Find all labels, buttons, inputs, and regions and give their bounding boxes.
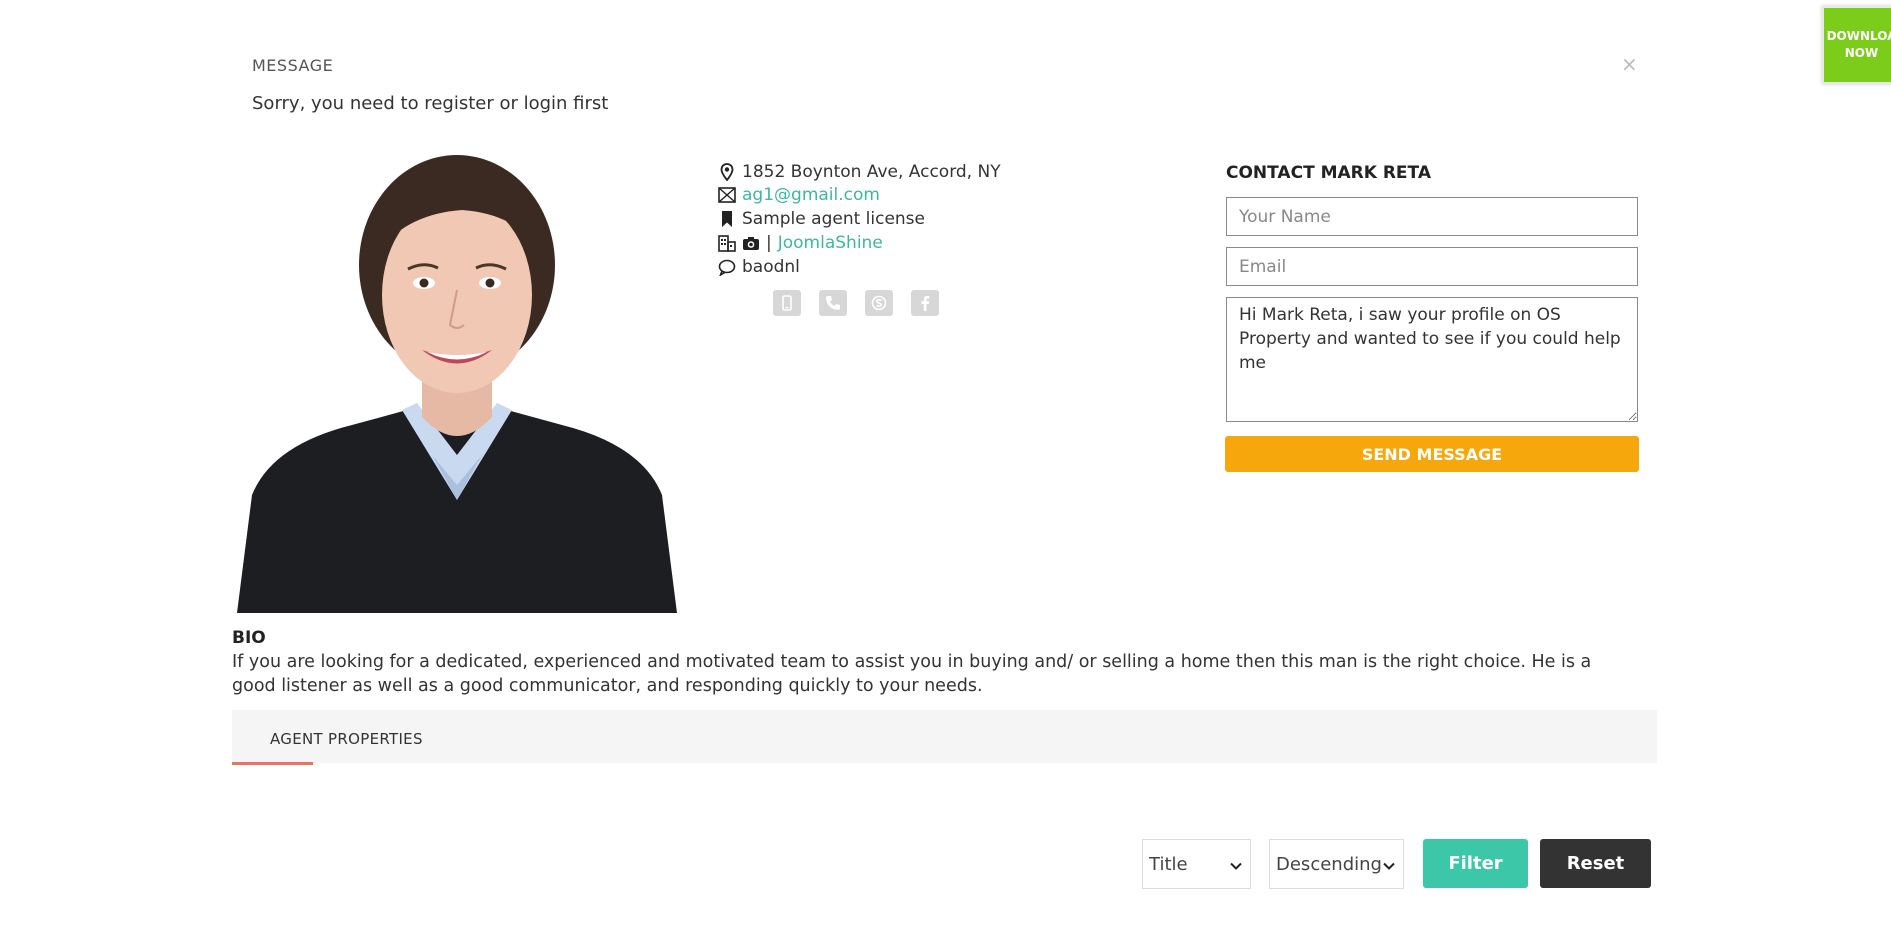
your-name-input[interactable] (1226, 197, 1638, 236)
agent-email: ag1@gmail.com (718, 185, 880, 205)
tab-agent-properties[interactable]: AGENT PROPERTIES (270, 730, 423, 748)
mobile-icon[interactable] (773, 290, 801, 316)
map-marker-icon (718, 163, 736, 181)
email-input[interactable] (1226, 247, 1638, 286)
bio-text: If you are looking for a dedicated, expe… (232, 652, 1592, 696)
phone-icon[interactable] (819, 290, 847, 316)
chevron-down-icon (1383, 854, 1395, 875)
company-separator: | (766, 233, 772, 253)
agent-address-text: 1852 Boynton Ave, Accord, NY (742, 162, 1001, 182)
close-icon[interactable]: × (1621, 54, 1638, 74)
agent-company: | JoomlaShine (718, 233, 883, 253)
message-textarea[interactable]: Hi Mark Reta, i saw your profile on OS P… (1226, 297, 1638, 422)
sort-by-select[interactable]: Title (1142, 839, 1251, 889)
download-label-line1: DOWNLOA (1826, 29, 1891, 43)
agent-address: 1852 Boynton Ave, Accord, NY (718, 162, 1001, 182)
reset-button[interactable]: Reset (1540, 839, 1651, 888)
skype-icon[interactable] (865, 290, 893, 316)
filter-button[interactable]: Filter (1423, 839, 1528, 888)
bookmark-icon (718, 210, 736, 228)
agent-license: Sample agent license (718, 209, 925, 229)
sort-by-value: Title (1149, 853, 1188, 875)
building-icon (718, 234, 736, 252)
bio-heading: BIO (232, 628, 266, 648)
send-message-button[interactable]: SEND MESSAGE (1225, 436, 1639, 472)
agent-skype-text: baodnl (742, 257, 800, 277)
message-text: Sorry, you need to register or login fir… (252, 93, 609, 114)
contact-title: CONTACT MARK RETA (1226, 163, 1431, 183)
agent-email-link[interactable]: ag1@gmail.com (742, 185, 880, 205)
camera-icon (742, 234, 760, 252)
agent-photo (232, 155, 682, 613)
facebook-icon[interactable] (911, 290, 939, 316)
order-select[interactable]: Descending (1269, 839, 1404, 889)
agent-license-text: Sample agent license (742, 209, 925, 229)
download-now-button[interactable]: DOWNLOA NOW (1822, 6, 1891, 84)
envelope-icon (718, 186, 736, 204)
download-label-line2: NOW (1844, 46, 1879, 60)
chat-bubble-icon (718, 258, 736, 276)
agent-company-link[interactable]: JoomlaShine (778, 233, 883, 253)
social-links (773, 290, 939, 316)
agent-skype: baodnl (718, 257, 800, 277)
active-tab-indicator (232, 762, 313, 765)
tab-bar (232, 710, 1657, 763)
order-value: Descending (1276, 853, 1382, 875)
message-title: MESSAGE (252, 56, 334, 75)
chevron-down-icon (1230, 854, 1242, 875)
